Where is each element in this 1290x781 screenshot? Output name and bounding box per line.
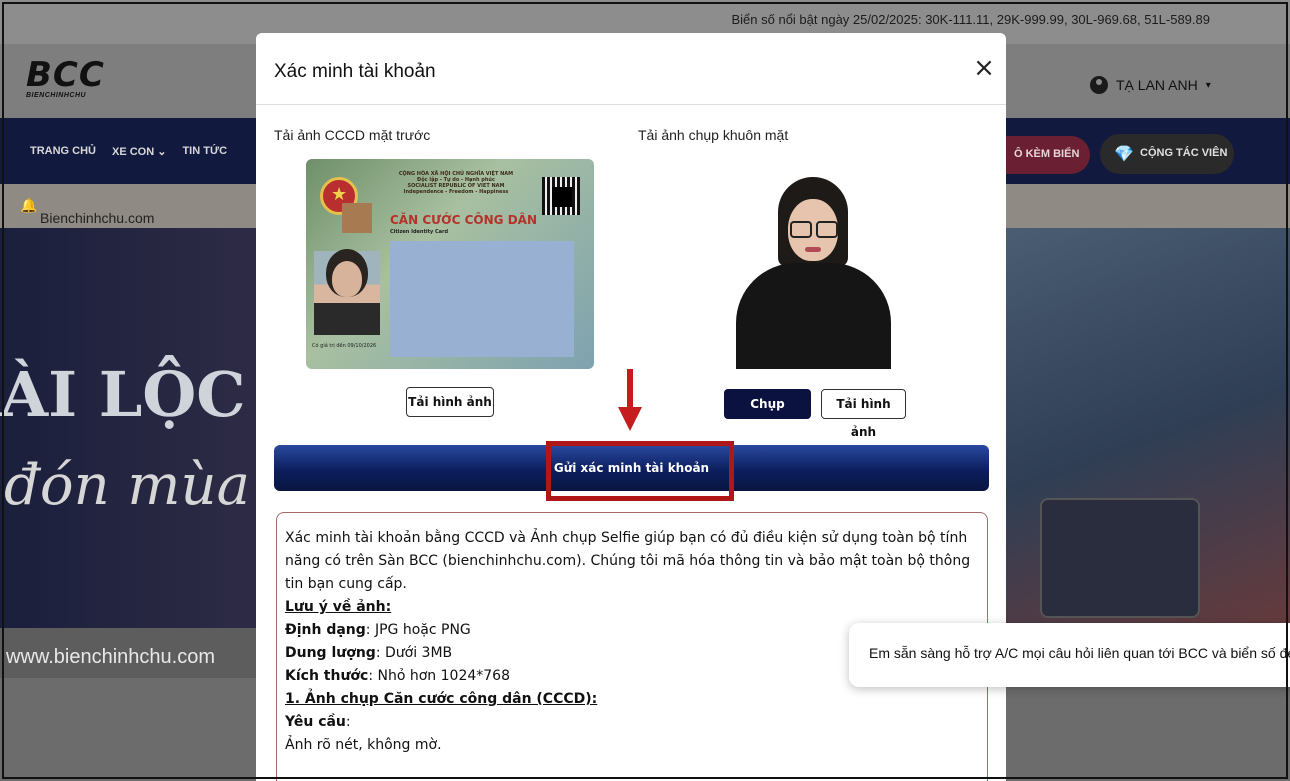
requirement-label: Yêu cầu bbox=[285, 714, 346, 730]
camera-button[interactable]: Chụp camera bbox=[724, 389, 811, 441]
diamond-icon: 💎 bbox=[1114, 146, 1134, 163]
note-heading: Lưu ý về ảnh: bbox=[285, 599, 392, 615]
upload-selfie-button[interactable]: Tải hình ảnh bbox=[821, 389, 906, 439]
dimension-value: : Nhỏ hơn 1024*768 bbox=[368, 668, 510, 684]
user-circle-icon bbox=[1090, 76, 1108, 94]
user-name: TẠ LAN ANH bbox=[1116, 77, 1198, 93]
nav-item-news[interactable]: TIN TỨC bbox=[182, 145, 227, 158]
dimension-label: Kích thước bbox=[285, 668, 369, 684]
user-menu[interactable]: TẠ LAN ANH ▾ bbox=[1090, 76, 1211, 94]
redaction-square bbox=[342, 203, 372, 233]
id-card-redaction bbox=[390, 241, 574, 357]
section-1-heading: 1. Ảnh chụp Căn cước công dân (CCCD): bbox=[285, 691, 598, 707]
id-card-header: CỘNG HÒA XÃ HỘI CHỦ NGHĨA VIỆT NAM Độc l… bbox=[398, 171, 514, 195]
id-front-label: Tải ảnh CCCD mặt trước bbox=[274, 127, 431, 143]
arrow-head bbox=[618, 407, 642, 431]
requirement-colon: : bbox=[345, 714, 351, 730]
close-icon[interactable]: × bbox=[972, 55, 996, 81]
caret-down-icon: ▾ bbox=[1205, 79, 1211, 91]
ticker-text: Biển số nổi bật ngày 25/02/2025: 30K-111… bbox=[731, 12, 1211, 27]
format-label: Định dạng bbox=[285, 622, 366, 638]
nav-item-home[interactable]: TRANG CHỦ bbox=[30, 145, 96, 158]
banner-line-2: đón mùa bbox=[4, 453, 250, 518]
id-card-title: CĂN CƯỚC CÔNG DÂN bbox=[390, 213, 537, 227]
logo-text: BCC bbox=[26, 55, 105, 95]
selfie-lips bbox=[805, 247, 821, 252]
selfie-glasses bbox=[790, 221, 838, 238]
id-card-photo bbox=[314, 251, 380, 335]
requirement-1: Ảnh rõ nét, không mờ. bbox=[285, 737, 442, 753]
id-card-expiry: Có giá trị đến 09/10/2026 bbox=[312, 343, 377, 349]
id-card-preview: CỘNG HÒA XÃ HỘI CHỦ NGHĨA VIỆT NAM Độc l… bbox=[306, 159, 594, 369]
collaborator-button[interactable]: 💎 CỘNG TÁC VIÊN bbox=[1100, 134, 1234, 174]
selfie-preview bbox=[736, 159, 891, 369]
qr-code-icon bbox=[542, 177, 580, 215]
notice-text: 🔔 Bienchinhchu.com đang chạy bbox=[20, 197, 154, 242]
size-value: : Dưới 3MB bbox=[375, 645, 453, 661]
modal-header: Xác minh tài khoản × bbox=[256, 33, 1006, 105]
id-card-subtitle: Citizen Identity Card bbox=[390, 229, 449, 235]
arrow-down-icon bbox=[627, 369, 633, 409]
chat-bubble[interactable]: Em sẵn sàng hỗ trợ A/C mọi câu hỏi liên … bbox=[849, 623, 1290, 687]
size-label: Dung lượng bbox=[285, 645, 376, 661]
site-logo[interactable]: BCC BIENCHINHCHU bbox=[26, 58, 114, 104]
banner-line-1: ÀI LỘC bbox=[0, 358, 246, 431]
modal-title: Xác minh tài khoản bbox=[274, 61, 436, 82]
selfie-body bbox=[736, 263, 891, 369]
collaborator-label: CỘNG TÁC VIÊN bbox=[1140, 147, 1228, 159]
banner-url: www.bienchinhchu.com bbox=[0, 628, 262, 678]
nav-item-cars[interactable]: XE CON ⌄ bbox=[112, 145, 166, 158]
info-intro: Xác minh tài khoản bằng CCCD và Ảnh chụp… bbox=[285, 530, 971, 592]
plate-button[interactable]: Ô KÈM BIỂN bbox=[1006, 136, 1090, 174]
face-photo-label: Tải ảnh chụp khuôn mặt bbox=[638, 127, 789, 143]
format-value: : JPG hoặc PNG bbox=[365, 622, 471, 638]
highlight-box bbox=[546, 441, 734, 501]
upload-id-button[interactable]: Tải hình ảnh bbox=[406, 387, 494, 417]
banner-phone-image bbox=[1040, 498, 1200, 618]
